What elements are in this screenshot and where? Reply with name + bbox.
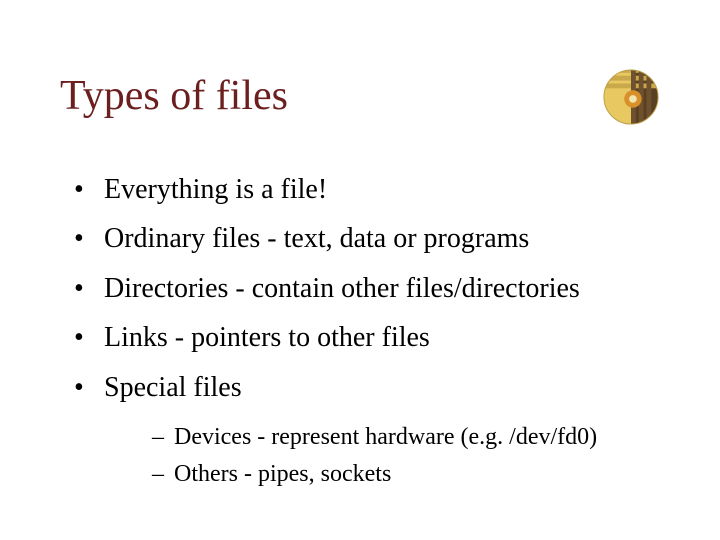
- slide: Types of files Everything is a file! Ord…: [0, 0, 720, 540]
- bullet-list: Everything is a file! Ordinary files - t…: [60, 168, 670, 493]
- list-item: Links - pointers to other files: [60, 316, 670, 359]
- list-item: Directories - contain other files/direct…: [60, 267, 670, 310]
- list-item-label: Special files: [104, 372, 242, 403]
- list-item: Everything is a file!: [60, 168, 670, 211]
- sub-list-item: Others - pipes, sockets: [104, 456, 670, 493]
- sub-list: Devices - represent hardware (e.g. /dev/…: [104, 419, 670, 493]
- sub-list-item: Devices - represent hardware (e.g. /dev/…: [104, 419, 670, 456]
- list-item: Special files Devices - represent hardwa…: [60, 366, 670, 494]
- slide-title: Types of files: [60, 72, 670, 120]
- globe-logo-icon: [602, 68, 660, 126]
- list-item: Ordinary files - text, data or programs: [60, 217, 670, 260]
